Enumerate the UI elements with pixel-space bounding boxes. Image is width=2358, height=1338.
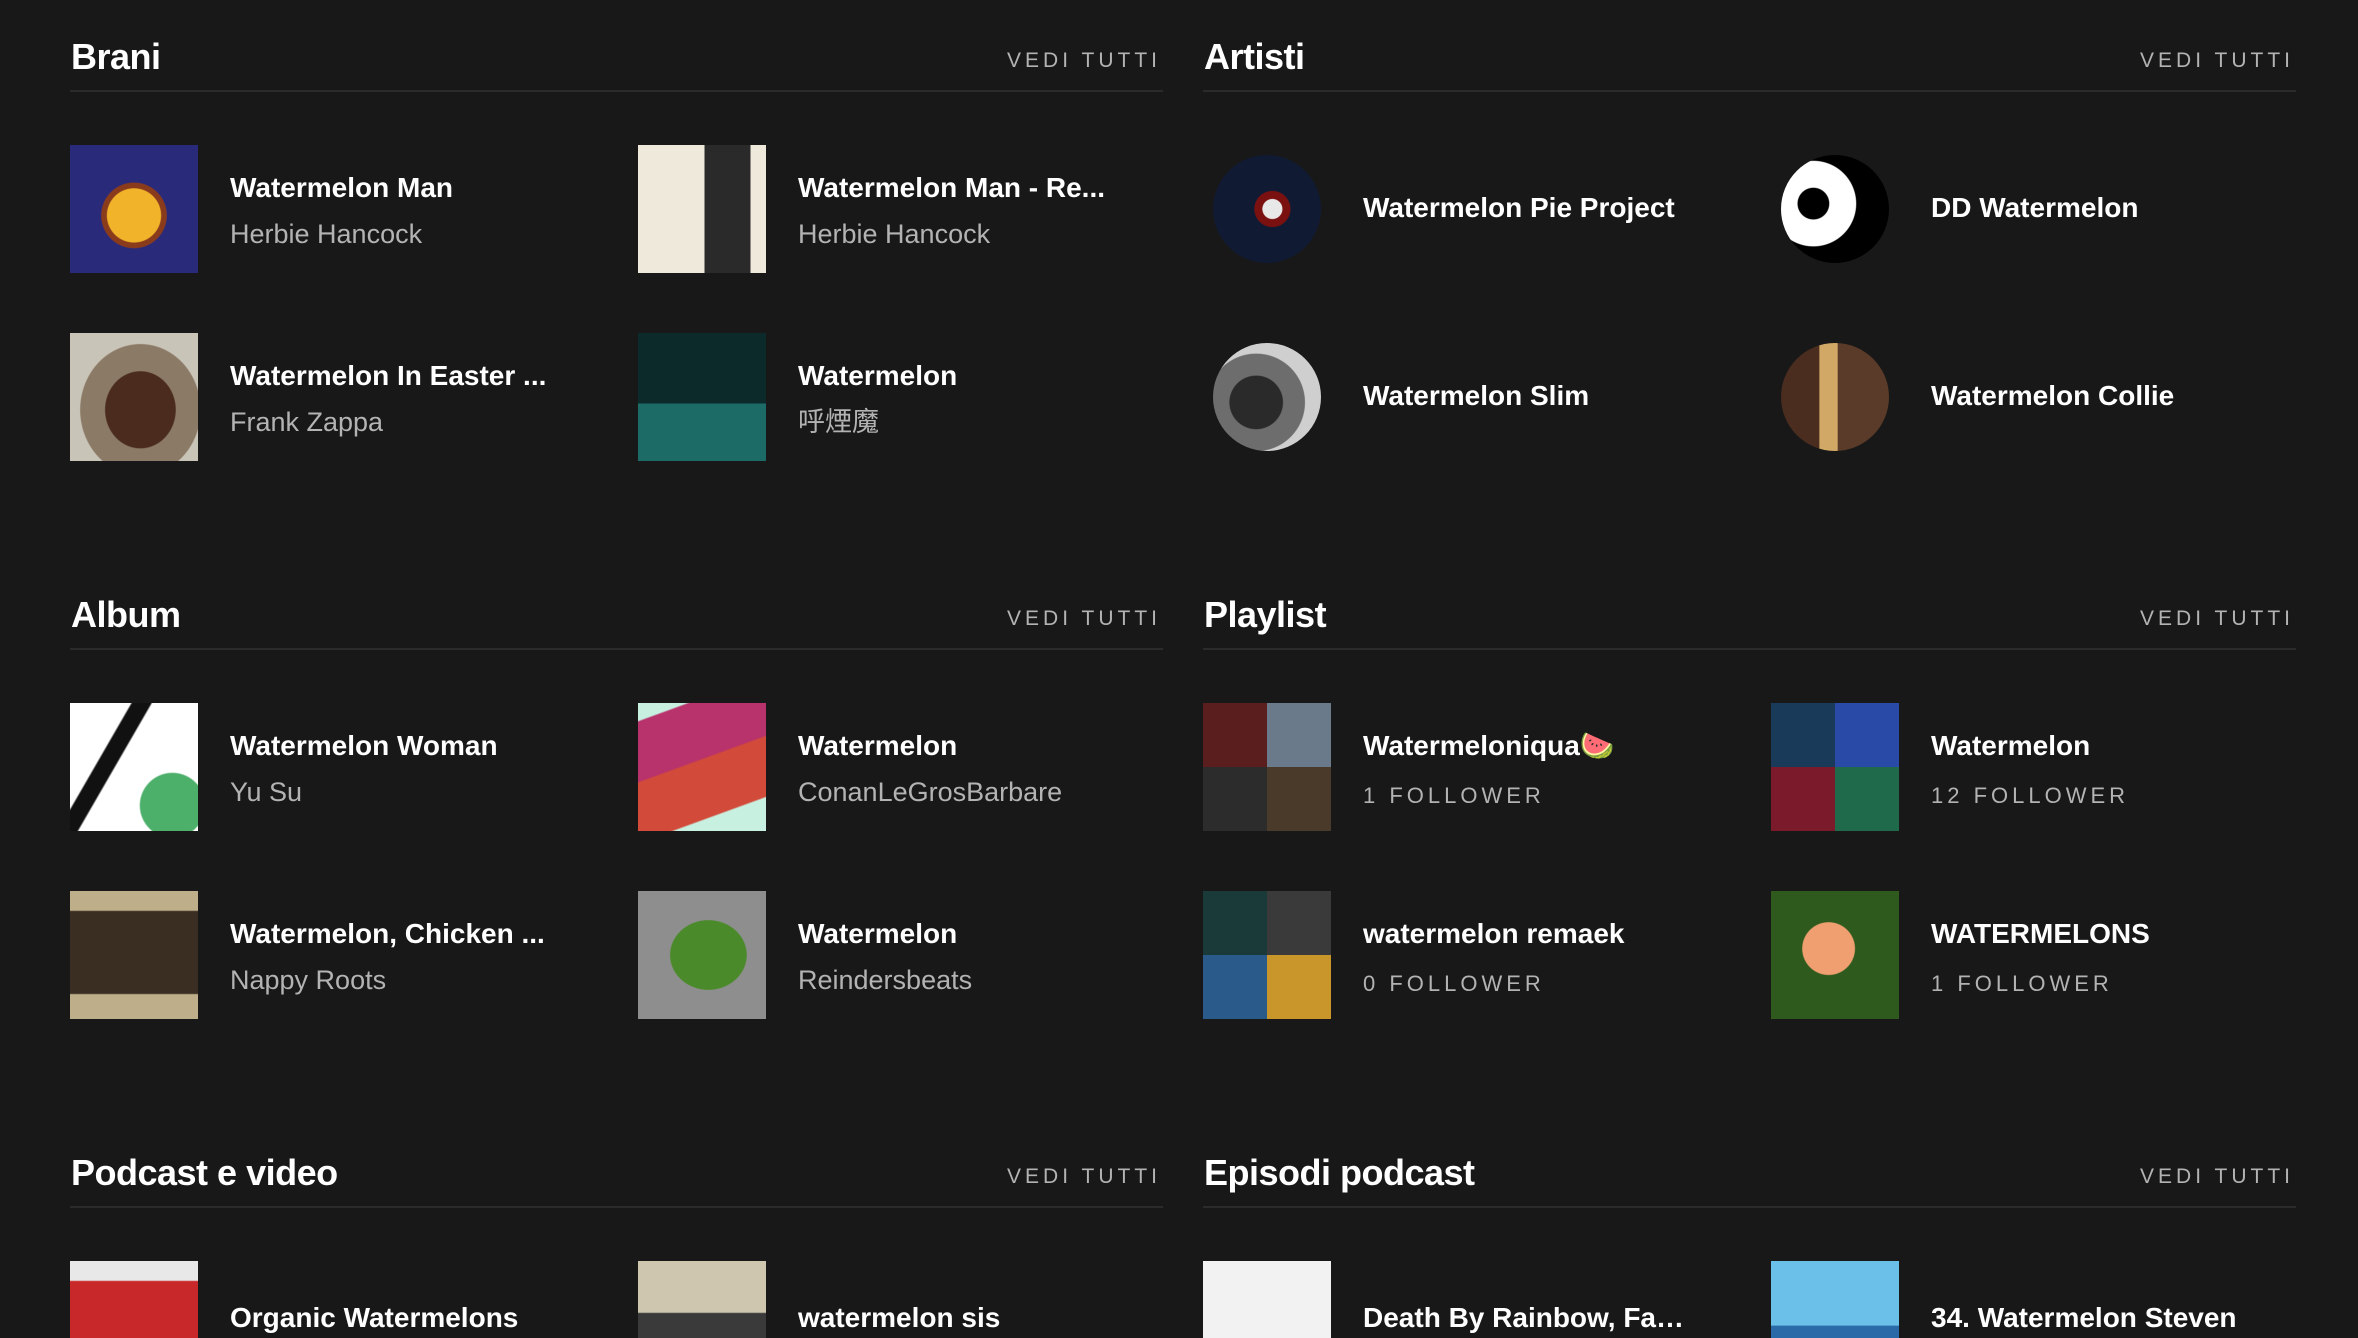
- song-title[interactable]: Watermelon In Easter ...: [230, 359, 560, 393]
- albums-section: Album VEDI TUTTI Watermelon Woman Yu Su …: [70, 558, 1163, 1019]
- artist-avatar: [1781, 343, 1889, 451]
- playlist-cover: [1203, 703, 1331, 831]
- song-artist[interactable]: Herbie Hancock: [230, 217, 590, 251]
- artists-header: Artisti VEDI TUTTI: [1203, 0, 2296, 92]
- album-cover: [638, 145, 766, 273]
- playlists-header: Playlist VEDI TUTTI: [1203, 558, 2296, 650]
- playlist-item[interactable]: Watermeloniqua🍉 1 FOLLOWER: [1203, 703, 1758, 833]
- album-artist[interactable]: Nappy Roots: [230, 963, 590, 997]
- album-item[interactable]: Watermelon, Chicken ... Nappy Roots: [70, 891, 625, 1021]
- playlist-cover: [1203, 891, 1331, 1019]
- album-title[interactable]: Watermelon, Chicken ...: [230, 917, 560, 951]
- episode-title[interactable]: Death By Rainbow, Fac...: [1363, 1301, 1693, 1335]
- podcast-title[interactable]: Organic Watermelons: [230, 1301, 560, 1335]
- playlist-cover: [1771, 891, 1899, 1019]
- episodes-section: Episodi podcast VEDI TUTTI Death By Rain…: [1203, 1116, 2296, 1338]
- song-title[interactable]: Watermelon: [798, 359, 1128, 393]
- podcast-item[interactable]: watermelon sis: [638, 1261, 1193, 1338]
- playlist-item[interactable]: Watermelon 12 FOLLOWER: [1771, 703, 2326, 833]
- song-item[interactable]: Watermelon 呼煙魔: [638, 333, 1193, 463]
- artist-avatar: [1781, 155, 1889, 263]
- playlists-section: Playlist VEDI TUTTI Watermeloniqua🍉 1 FO…: [1203, 558, 2296, 1019]
- playlist-title[interactable]: Watermeloniqua🍉: [1363, 729, 1693, 763]
- artist-item[interactable]: DD Watermelon: [1771, 145, 2326, 275]
- artist-name[interactable]: Watermelon Pie Project: [1363, 191, 1693, 225]
- artist-item[interactable]: Watermelon Collie: [1771, 333, 2326, 463]
- podcast-cover: [70, 1261, 198, 1338]
- song-item[interactable]: Watermelon In Easter ... Frank Zappa: [70, 333, 625, 463]
- see-all-link[interactable]: VEDI TUTTI: [2140, 606, 2294, 632]
- podcast-title[interactable]: watermelon sis: [798, 1301, 1128, 1335]
- section-title: Podcast e video: [71, 1152, 338, 1193]
- artist-avatar: [1213, 343, 1321, 451]
- album-title[interactable]: Watermelon Woman: [230, 729, 560, 763]
- artist-name[interactable]: Watermelon Collie: [1931, 379, 2261, 413]
- artist-avatar: [1213, 155, 1321, 263]
- section-title: Artisti: [1204, 36, 1305, 77]
- album-cover: [70, 891, 198, 1019]
- see-all-link[interactable]: VEDI TUTTI: [2140, 1164, 2294, 1190]
- podcast-cover: [638, 1261, 766, 1338]
- album-item[interactable]: Watermelon Reindersbeats: [638, 891, 1193, 1021]
- album-title[interactable]: Watermelon: [798, 917, 1128, 951]
- song-title[interactable]: Watermelon Man: [230, 171, 560, 205]
- album-cover: [638, 333, 766, 461]
- playlist-followers: 1 FOLLOWER: [1931, 971, 2113, 996]
- podcast-item[interactable]: Organic Watermelons: [70, 1261, 625, 1338]
- album-artist[interactable]: Reindersbeats: [798, 963, 1158, 997]
- episode-item[interactable]: Death By Rainbow, Fac...: [1203, 1261, 1758, 1338]
- playlist-title[interactable]: WATERMELONS: [1931, 917, 2261, 951]
- episode-item[interactable]: 34. Watermelon Steven: [1771, 1261, 2326, 1338]
- section-title: Album: [71, 594, 181, 635]
- songs-header: Brani VEDI TUTTI: [70, 0, 1163, 92]
- song-artist[interactable]: Frank Zappa: [230, 405, 590, 439]
- artists-section: Artisti VEDI TUTTI Watermelon Pie Projec…: [1203, 0, 2296, 451]
- podcasts-header: Podcast e video VEDI TUTTI: [70, 1116, 1163, 1208]
- see-all-link[interactable]: VEDI TUTTI: [1007, 606, 1161, 632]
- album-artist[interactable]: ConanLeGrosBarbare: [798, 775, 1158, 809]
- playlist-followers: 0 FOLLOWER: [1363, 971, 1545, 996]
- episode-title[interactable]: 34. Watermelon Steven: [1931, 1301, 2261, 1335]
- song-item[interactable]: Watermelon Man Herbie Hancock: [70, 145, 625, 275]
- album-artist[interactable]: Yu Su: [230, 775, 590, 809]
- artist-item[interactable]: Watermelon Slim: [1203, 333, 1758, 463]
- playlist-cover: [1771, 703, 1899, 831]
- playlist-title[interactable]: Watermelon: [1931, 729, 2261, 763]
- search-results-page: Brani VEDI TUTTI Watermelon Man Herbie H…: [0, 0, 2358, 1338]
- album-item[interactable]: Watermelon Woman Yu Su: [70, 703, 625, 833]
- episode-cover: [1771, 1261, 1899, 1338]
- see-all-link[interactable]: VEDI TUTTI: [1007, 1164, 1161, 1190]
- album-cover: [638, 891, 766, 1019]
- albums-header: Album VEDI TUTTI: [70, 558, 1163, 650]
- album-title[interactable]: Watermelon: [798, 729, 1128, 763]
- section-title: Episodi podcast: [1204, 1152, 1475, 1193]
- artist-name[interactable]: DD Watermelon: [1931, 191, 2261, 225]
- album-cover: [638, 703, 766, 831]
- song-title[interactable]: Watermelon Man - Re...: [798, 171, 1128, 205]
- album-cover: [70, 333, 198, 461]
- album-item[interactable]: Watermelon ConanLeGrosBarbare: [638, 703, 1193, 833]
- playlist-item[interactable]: WATERMELONS 1 FOLLOWER: [1771, 891, 2326, 1021]
- song-artist[interactable]: Herbie Hancock: [798, 217, 1158, 251]
- song-item[interactable]: Watermelon Man - Re... Herbie Hancock: [638, 145, 1193, 275]
- episodes-header: Episodi podcast VEDI TUTTI: [1203, 1116, 2296, 1208]
- album-cover: [70, 703, 198, 831]
- song-artist[interactable]: 呼煙魔: [798, 405, 1158, 439]
- episode-cover: [1203, 1261, 1331, 1338]
- see-all-link[interactable]: VEDI TUTTI: [1007, 48, 1161, 74]
- album-cover: [70, 145, 198, 273]
- section-title: Brani: [71, 36, 161, 77]
- artist-item[interactable]: Watermelon Pie Project: [1203, 145, 1758, 275]
- songs-section: Brani VEDI TUTTI Watermelon Man Herbie H…: [70, 0, 1163, 461]
- podcasts-section: Podcast e video VEDI TUTTI Organic Water…: [70, 1116, 1163, 1338]
- playlist-title[interactable]: watermelon remaek: [1363, 917, 1693, 951]
- artist-name[interactable]: Watermelon Slim: [1363, 379, 1693, 413]
- see-all-link[interactable]: VEDI TUTTI: [2140, 48, 2294, 74]
- playlist-followers: 1 FOLLOWER: [1363, 783, 1545, 808]
- playlist-followers: 12 FOLLOWER: [1931, 783, 2130, 808]
- section-title: Playlist: [1204, 594, 1327, 635]
- playlist-item[interactable]: watermelon remaek 0 FOLLOWER: [1203, 891, 1758, 1021]
